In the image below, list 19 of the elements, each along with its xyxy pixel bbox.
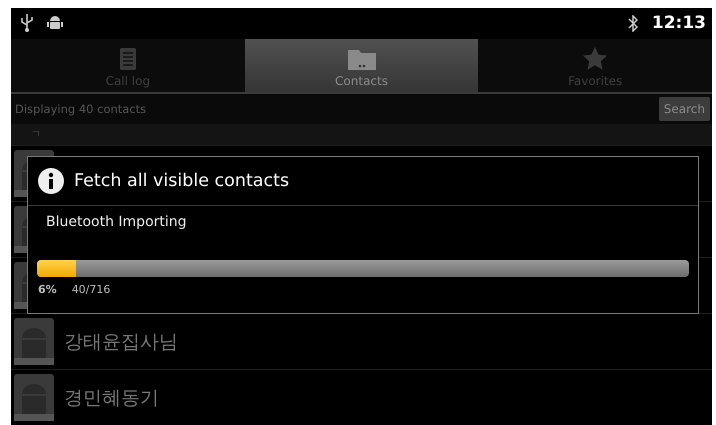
star-icon — [583, 47, 608, 70]
contact-name[interactable]: 강태윤집사님 — [64, 328, 178, 354]
contact-count-text: Displaying 40 contacts — [15, 102, 146, 116]
progress-count: 40/716 — [72, 283, 110, 296]
tab[interactable]: Contacts — [244, 38, 478, 92]
info-icon — [38, 168, 64, 194]
progress-percent: 6% — [38, 283, 57, 296]
usb-icon — [21, 14, 33, 32]
android-icon — [47, 15, 63, 32]
avatar-icon — [14, 318, 54, 365]
list-icon — [120, 48, 136, 70]
avatar-icon — [14, 374, 54, 421]
folder-icon — [348, 50, 376, 70]
dialog-message: Bluetooth Importing — [46, 214, 188, 230]
dialog-title: Fetch all visible contacts — [74, 171, 290, 191]
search-button[interactable]: Search — [658, 97, 710, 122]
clock-time: 12:13 — [652, 13, 706, 34]
bluetooth-icon — [628, 14, 638, 32]
contact-name[interactable]: 경민혜동기 — [64, 384, 159, 410]
